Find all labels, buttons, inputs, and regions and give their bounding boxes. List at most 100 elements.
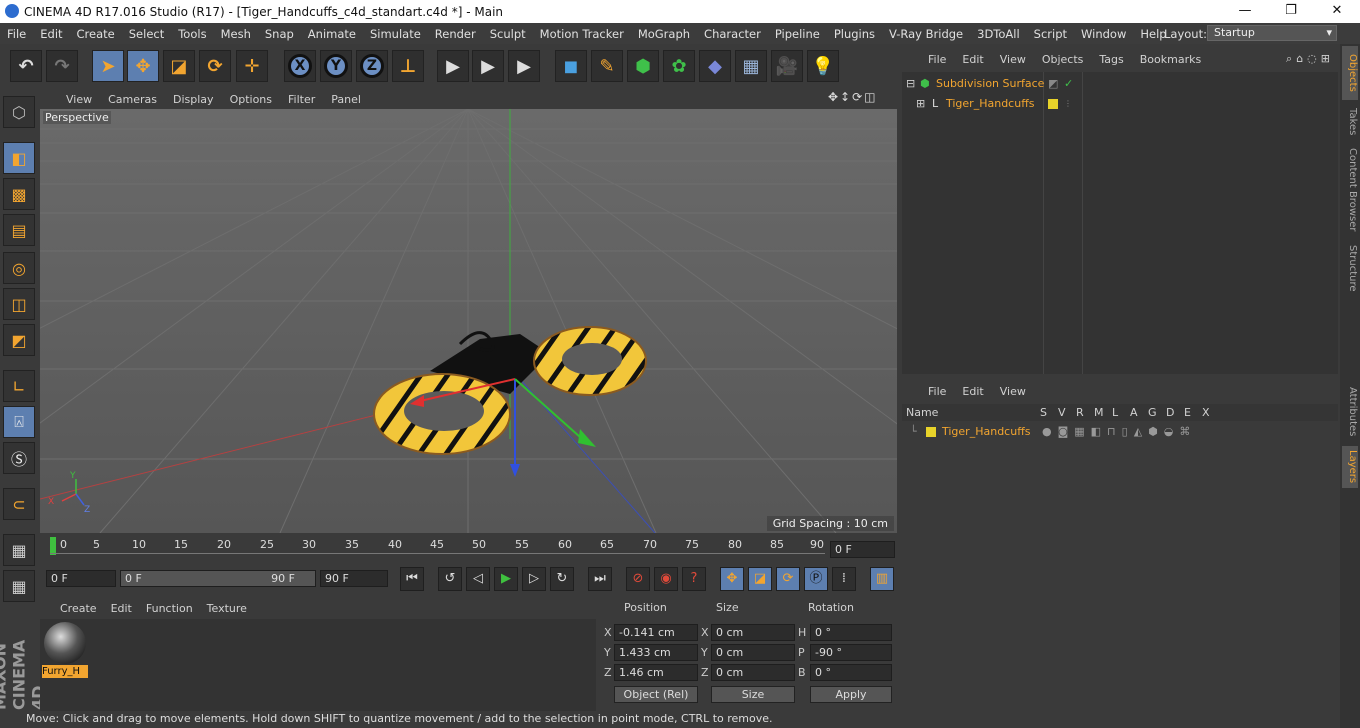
tree-collapse-icon[interactable]: ⊟ [906, 74, 915, 94]
menu-simulate[interactable]: Simulate [363, 27, 428, 41]
menu-3dtoall[interactable]: 3DToAll [970, 27, 1027, 41]
menu-file[interactable]: File [0, 27, 33, 41]
layer-toggle-icons[interactable]: ●◙▦◧⊓▯◭⬢◒⌘ [1042, 422, 1196, 442]
tab-structure[interactable]: Structure [1342, 240, 1358, 296]
search-icon[interactable]: ⌕⌂◌⊞ [1286, 52, 1334, 66]
axis-mode-button[interactable]: ∟ [3, 370, 35, 402]
undo-button[interactable]: ↶ [10, 50, 42, 82]
col-locked[interactable]: L [1112, 404, 1118, 421]
subdivision-button[interactable]: ⬢ [627, 50, 659, 82]
obj-menu-file[interactable]: File [900, 53, 954, 66]
layer-menu-file[interactable]: File [900, 385, 954, 398]
col-expressions[interactable]: E [1184, 404, 1191, 421]
viewport-menu-panel[interactable]: Panel [323, 93, 369, 106]
close-button[interactable]: ✕ [1314, 0, 1360, 23]
start-frame-field[interactable]: 0 F [46, 570, 116, 587]
viewport-menu-view[interactable]: View [40, 93, 100, 106]
col-deformers[interactable]: D [1166, 404, 1174, 421]
layer-row-tiger-handcuffs[interactable]: └ Tiger_Handcuffs ●◙▦◧⊓▯◭⬢◒⌘ [902, 422, 1338, 442]
material-name[interactable]: Furry_H [42, 665, 88, 678]
maximize-button[interactable]: ❐ [1268, 0, 1314, 23]
render-view-button[interactable]: ▶ [437, 50, 469, 82]
viewport-menu-display[interactable]: Display [165, 93, 222, 106]
layer-color-swatch[interactable] [1048, 99, 1058, 109]
menu-render[interactable]: Render [428, 27, 483, 41]
tab-layers[interactable]: Layers [1342, 446, 1358, 488]
live-select-button[interactable]: ✛ [236, 50, 268, 82]
layer-menu-view[interactable]: View [992, 385, 1034, 398]
tree-expand-icon[interactable]: ⊞ [916, 94, 925, 114]
checkmark-icon[interactable]: ✓ [1064, 74, 1073, 94]
rotation-p-field[interactable]: -90 ° [810, 644, 892, 661]
cube-object-button[interactable]: ◼ [555, 50, 587, 82]
menu-pipeline[interactable]: Pipeline [768, 27, 827, 41]
edges-mode-button[interactable]: ◫ [3, 288, 35, 320]
menu-character[interactable]: Character [697, 27, 768, 41]
obj-menu-view[interactable]: View [992, 53, 1034, 66]
menu-vray-bridge[interactable]: V-Ray Bridge [882, 27, 970, 41]
magnet-button[interactable]: ⊂ [3, 488, 35, 520]
rotate-tool-button[interactable]: ⟳ [199, 50, 231, 82]
minimize-button[interactable]: — [1222, 0, 1268, 23]
viewport-nav-icons[interactable]: ✥↕⟳◫ [828, 90, 878, 104]
keyframe-selection-button[interactable]: ? [682, 567, 706, 591]
current-frame-field[interactable]: 0 F [830, 541, 895, 558]
col-solo[interactable]: S [1040, 404, 1047, 421]
pen-spline-button[interactable]: ✎ [591, 50, 623, 82]
position-y-field[interactable]: 1.433 cm [614, 644, 698, 661]
render-settings-button[interactable]: ▶ [508, 50, 540, 82]
menu-tools[interactable]: Tools [171, 27, 213, 41]
col-manager[interactable]: M [1094, 404, 1104, 421]
key-parameter-button[interactable]: Ⓟ [804, 567, 828, 591]
rotation-b-field[interactable]: 0 ° [810, 664, 892, 681]
coordinate-mode-select[interactable]: Object (Rel) [614, 686, 698, 703]
y-axis-button[interactable]: Y [320, 50, 352, 82]
material-preview[interactable] [44, 622, 86, 664]
prev-frame-button[interactable]: ◁ [466, 567, 490, 591]
viewport-menu-options[interactable]: Options [222, 93, 280, 106]
size-z-field[interactable]: 0 cm [711, 664, 795, 681]
floor-button[interactable]: ▦ [735, 50, 767, 82]
x-axis-button[interactable]: X [284, 50, 316, 82]
tab-takes[interactable]: Takes [1342, 104, 1358, 140]
record-keys-button[interactable]: ⊘ [626, 567, 650, 591]
next-frame-button[interactable]: ▷ [522, 567, 546, 591]
scale-tool-button[interactable]: ◪ [163, 50, 195, 82]
position-x-field[interactable]: -0.141 cm [614, 624, 698, 641]
visibility-icon[interactable]: ◩ [1048, 74, 1058, 94]
menu-select[interactable]: Select [122, 27, 171, 41]
col-xref[interactable]: X [1202, 404, 1210, 421]
render-picture-viewer-button[interactable]: ▶ [472, 50, 504, 82]
viewport-menu-cameras[interactable]: Cameras [100, 93, 165, 106]
menu-sculpt[interactable]: Sculpt [483, 27, 533, 41]
texture-mode-button[interactable]: ▩ [3, 178, 35, 210]
coordinate-system-button[interactable]: ⊥ [392, 50, 424, 82]
menu-script[interactable]: Script [1027, 27, 1074, 41]
layout-select[interactable]: Startup ▾ [1207, 25, 1337, 41]
polygons-mode-button[interactable]: ◩ [3, 324, 35, 356]
select-tool-button[interactable]: ➤ [92, 50, 124, 82]
menu-motion-tracker[interactable]: Motion Tracker [533, 27, 631, 41]
menu-window[interactable]: Window [1074, 27, 1133, 41]
play-button[interactable]: ▶ [494, 567, 518, 591]
tweak-mode-button[interactable]: ⍓ [3, 406, 35, 438]
material-menu-function[interactable]: Function [138, 602, 199, 615]
tab-attributes[interactable]: Attributes [1342, 382, 1358, 442]
go-to-end-button[interactable]: ⏭ [588, 567, 612, 591]
model-mode-button[interactable]: ◧ [3, 142, 35, 174]
z-axis-button[interactable]: Z [356, 50, 388, 82]
key-pla-button[interactable]: ⁞ [832, 567, 856, 591]
key-rotation-button[interactable]: ⟳ [776, 567, 800, 591]
material-menu-edit[interactable]: Edit [103, 602, 138, 615]
key-position-button[interactable]: ✥ [720, 567, 744, 591]
obj-menu-objects[interactable]: Objects [1034, 53, 1092, 66]
deformer-button[interactable]: ◆ [699, 50, 731, 82]
points-mode-button[interactable]: ◎ [3, 252, 35, 284]
obj-menu-edit[interactable]: Edit [954, 53, 991, 66]
timeline-window-button[interactable]: ▥ [870, 567, 894, 591]
object-row-subdivision-surface[interactable]: ⊟ ⬢ Subdivision Surface ◩ ✓ [902, 74, 1338, 94]
menu-create[interactable]: Create [70, 27, 122, 41]
redo-button[interactable]: ↷ [46, 50, 78, 82]
menu-mograph[interactable]: MoGraph [631, 27, 697, 41]
camera-button[interactable]: 🎥 [771, 50, 803, 82]
